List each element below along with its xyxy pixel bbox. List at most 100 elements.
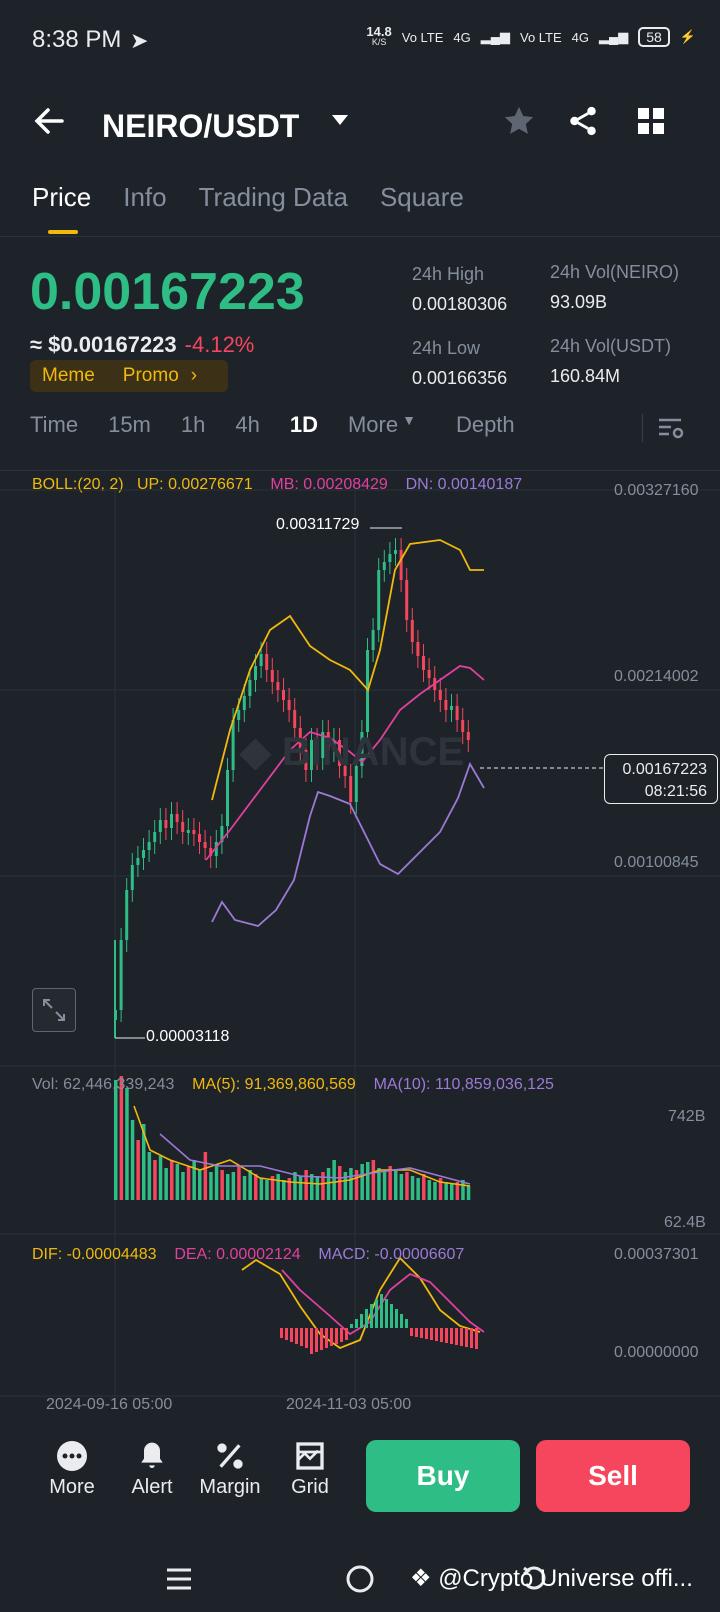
signal-volte-2: Vo LTE <box>519 29 562 45</box>
chart-settings-icon[interactable] <box>642 414 685 442</box>
interval-4h[interactable]: 4h <box>235 412 259 438</box>
volume-bar <box>214 1164 219 1200</box>
system-nav-bar: ❖ @Crypto Universe offi... <box>0 1550 720 1612</box>
pair-dropdown-icon[interactable] <box>330 112 350 133</box>
high-label: 24h High <box>412 264 485 284</box>
watermark-text: ❖ @Crypto Universe offi... <box>410 1565 693 1592</box>
candle <box>388 554 392 562</box>
interval-bar: Time 15m 1h 4h 1D More ▼ Depth <box>30 412 545 438</box>
volume-bar <box>349 1168 353 1200</box>
volume-bar <box>158 1156 163 1200</box>
arrow-left-icon <box>34 108 64 134</box>
more-button[interactable]: More <box>46 1440 98 1499</box>
candle <box>142 850 145 858</box>
tab-price[interactable]: Price <box>32 182 91 234</box>
macd-axis-zero: 0.00000000 <box>614 1344 699 1361</box>
candle <box>175 814 179 822</box>
macd-histogram-bar <box>380 1294 383 1328</box>
charging-icon: ⚡ <box>679 29 696 44</box>
vol-base-value: 93.09B <box>550 292 608 312</box>
interval-depth[interactable]: Depth <box>456 412 515 438</box>
volume-bar <box>399 1174 404 1200</box>
volume-bar <box>310 1174 314 1200</box>
macd-histogram-bar <box>405 1319 408 1328</box>
candle <box>416 642 420 656</box>
macd-histogram-bar <box>470 1328 473 1348</box>
candle <box>394 550 397 554</box>
candle <box>438 690 442 700</box>
candle <box>231 720 235 770</box>
tab-square[interactable]: Square <box>380 182 464 213</box>
divider <box>0 236 720 237</box>
back-button[interactable] <box>32 104 66 143</box>
menu-icon[interactable] <box>164 1564 194 1599</box>
interval-1h[interactable]: 1h <box>181 412 205 438</box>
home-icon[interactable] <box>345 1564 375 1599</box>
macd-histogram-bar <box>425 1328 428 1339</box>
tag-promo[interactable]: Promo <box>123 365 179 387</box>
candle <box>248 680 252 696</box>
candle <box>265 654 269 670</box>
tag-badges[interactable]: Meme Promo › <box>30 360 228 392</box>
interval-1d[interactable]: 1D <box>290 412 318 438</box>
volume-bar <box>276 1174 280 1200</box>
binance-diamond-icon: ❖ <box>410 1565 432 1592</box>
volume-bar <box>304 1170 308 1200</box>
fiat-price: ≈ $0.00167223 -4.12% <box>30 332 255 357</box>
candle <box>270 670 274 682</box>
interval-time[interactable]: Time <box>30 412 78 438</box>
candle <box>186 830 190 833</box>
share-icon[interactable] <box>566 104 600 143</box>
volume-bar <box>265 1180 269 1200</box>
low-annotation: 0.00003118 <box>146 1028 230 1045</box>
volume-bar <box>394 1170 398 1200</box>
volume-bar <box>371 1160 376 1200</box>
macd-dif-line <box>241 1256 481 1350</box>
signal-volte-1: Vo LTE <box>401 29 444 45</box>
signal-bars-icon: ▂▄▆ <box>480 29 510 44</box>
sell-button[interactable]: Sell <box>536 1440 690 1512</box>
pair-title[interactable]: NEIRO/USDT <box>102 108 299 145</box>
volume-legend: Vol: 62,446,339,243 MA(5): 91,369,860,56… <box>32 1076 554 1093</box>
macd-histogram-bar <box>330 1328 333 1346</box>
macd-histogram-bar <box>475 1328 478 1349</box>
date-label-1: 2024-09-16 05:00 <box>46 1396 173 1413</box>
volume-bar <box>343 1172 348 1200</box>
main-tabs: Price Info Trading Data Square <box>32 182 464 234</box>
signal-bars-icon-2: ▂▄▆ <box>599 29 629 44</box>
candle <box>405 580 409 620</box>
grid-button[interactable]: Grid <box>284 1440 336 1499</box>
volume-bar <box>315 1176 320 1200</box>
macd-histogram-bar <box>345 1328 348 1340</box>
price-axis-mid: 0.00214002 <box>614 668 699 685</box>
candle <box>254 666 257 680</box>
favorite-star-icon[interactable] <box>502 104 536 143</box>
interval-15m[interactable]: 15m <box>108 412 151 438</box>
grid-menu-icon[interactable] <box>636 106 666 141</box>
volume-bar <box>130 1120 135 1200</box>
fullscreen-button[interactable] <box>32 988 76 1032</box>
volume-bar <box>242 1176 247 1200</box>
more-dots-icon <box>46 1440 98 1476</box>
volume-bar <box>203 1152 208 1200</box>
tab-trading-data[interactable]: Trading Data <box>199 182 348 213</box>
volume-bar <box>332 1160 336 1200</box>
margin-button[interactable]: Margin <box>198 1440 262 1499</box>
buy-button[interactable]: Buy <box>366 1440 520 1512</box>
candle <box>444 700 448 710</box>
volume-bar <box>254 1174 258 1200</box>
volume-bar <box>293 1172 297 1200</box>
candlestick-chart[interactable]: ◆ BINANCE <box>0 470 720 1420</box>
candle <box>371 630 375 650</box>
price-axis-top: 0.00327160 <box>614 482 699 499</box>
volume-bar <box>237 1166 241 1200</box>
alert-button[interactable]: Alert <box>126 1440 178 1499</box>
tag-meme[interactable]: Meme <box>42 365 95 387</box>
bell-icon <box>126 1440 178 1476</box>
candle <box>455 706 459 720</box>
interval-more[interactable]: More <box>348 412 398 438</box>
volume-bar <box>382 1172 387 1200</box>
candle <box>282 690 285 700</box>
volume-bar <box>153 1160 157 1200</box>
tab-info[interactable]: Info <box>123 182 166 213</box>
